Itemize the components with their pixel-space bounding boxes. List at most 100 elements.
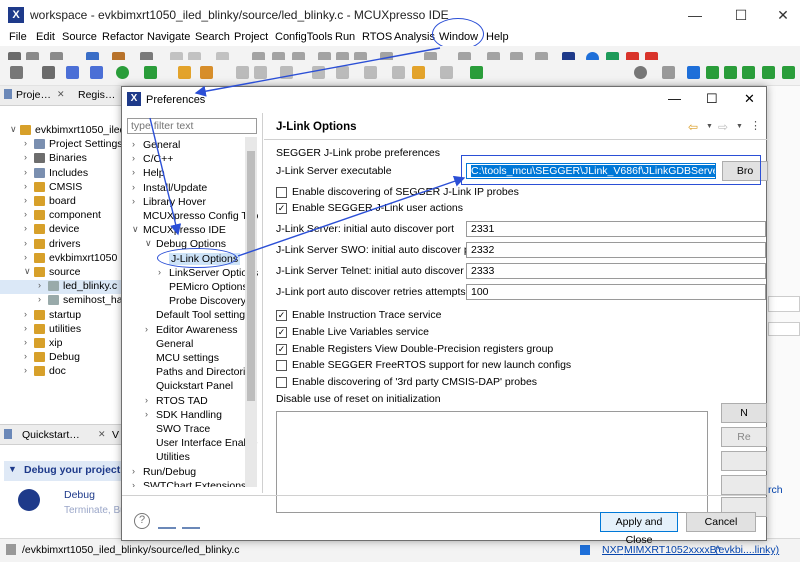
chevron-right-icon[interactable]: › [145,409,148,419]
preference-tree-item[interactable]: User Interface Enablement [156,437,258,451]
chevron-right-icon[interactable]: › [38,294,41,304]
next-annotation-icon[interactable] [280,66,293,79]
debug-dropdown-icon[interactable] [90,66,103,79]
bug-icon[interactable] [66,66,79,79]
new-button[interactable]: N [721,403,767,423]
open-folder-icon[interactable] [178,66,191,79]
preference-tree-item[interactable]: Default Tool settings [156,309,250,323]
chevron-right-icon[interactable]: › [132,466,135,476]
menu-source[interactable]: Source [62,31,97,43]
chevron-right-icon[interactable]: › [24,238,27,248]
preference-tree-item[interactable]: Utilities [156,451,190,465]
preference-tree-item[interactable]: Paths and Directories [156,366,256,380]
forward-edit-icon[interactable] [336,66,349,79]
tab-registers[interactable]: Regis… [78,89,115,101]
reset-list[interactable] [276,411,708,513]
checkbox-box[interactable]: ✓ [276,344,287,355]
preference-tree-item[interactable]: Quickstart Panel [156,380,233,394]
chevron-right-icon[interactable]: › [132,139,135,149]
view-menu-icon[interactable]: ⋮ [750,119,761,132]
menu-help[interactable]: Help [486,31,509,43]
preference-tree-item[interactable]: › Library Hover [132,196,206,210]
chevron-down-icon[interactable]: ∨ [10,124,17,135]
forward-arrow-icon[interactable] [440,66,453,79]
preference-tree-item[interactable]: Probe Discovery [169,295,246,309]
chevron-right-icon[interactable]: › [24,351,27,361]
tab-project-explorer[interactable]: Proje… [16,89,51,101]
chevron-right-icon[interactable]: › [24,167,27,177]
project-tree-item[interactable]: › led_blinky.c [0,280,122,295]
chevron-right-icon[interactable]: › [24,309,27,319]
preference-tree-item[interactable]: › General [132,139,180,153]
develop-perspective-icon[interactable] [687,66,700,79]
menu-file[interactable]: File [9,31,27,43]
chevron-down-icon[interactable]: ▼ [736,123,743,130]
pins-perspective-icon[interactable] [706,66,719,79]
retries-input[interactable]: 100 [466,284,766,300]
menu-refactor[interactable]: Refactor [102,31,144,43]
chevron-right-icon[interactable]: › [145,395,148,405]
preference-tree-item[interactable]: MCU settings [156,352,219,366]
preference-tree-item[interactable]: › SDK Handling [145,409,222,423]
clocks-perspective-icon[interactable] [724,66,737,79]
terminal-icon[interactable] [470,66,483,79]
preference-tree-item[interactable]: › C/C++ [132,153,173,167]
back-icon[interactable]: ⇦ [688,120,698,134]
last-edit-icon[interactable] [312,66,325,79]
prev-annotation-icon[interactable] [254,66,267,79]
device-config-icon[interactable] [782,66,795,79]
close-icon[interactable]: ✕ [744,91,755,107]
chevron-down-icon[interactable]: ∨ [24,266,31,277]
checkbox-box[interactable]: ✓ [276,203,287,214]
debug-link[interactable]: Debug [64,489,95,501]
close-tab-icon[interactable]: ✕ [57,89,65,100]
chevron-down-icon[interactable]: ▼ [706,123,713,130]
menu-navigate[interactable]: Navigate [147,31,190,43]
chevron-right-icon[interactable]: › [145,324,148,334]
forward-icon[interactable]: ⇨ [718,120,728,134]
menu-project[interactable]: Project [234,31,268,43]
back-arrow-icon[interactable] [412,66,425,79]
minimize-icon[interactable]: — [680,4,710,26]
chevron-right-icon[interactable]: › [24,252,27,262]
chevron-right-icon[interactable]: › [132,167,135,177]
status-project-link[interactable]: (evkbi....linky) [715,544,779,556]
close-icon[interactable]: ✕ [768,4,798,26]
annotation-icon[interactable] [236,66,249,79]
maximize-icon[interactable]: ☐ [706,91,718,107]
perspective-icon[interactable] [662,66,675,79]
status-nxp[interactable]: NXP [602,544,624,556]
filter-input[interactable] [127,118,257,134]
browse-button[interactable]: Bro [722,161,768,181]
close-tab-icon[interactable]: ✕ [98,429,106,440]
chevron-right-icon[interactable]: › [24,181,27,191]
chevron-right-icon[interactable]: › [38,280,41,290]
export-icon[interactable] [182,513,200,529]
preference-tree-item[interactable]: J-Link Options [169,252,241,267]
up-button[interactable] [721,475,767,495]
chevron-right-icon[interactable]: › [24,152,27,162]
chevron-right-icon[interactable]: › [132,153,135,163]
menu-rtos[interactable]: RTOS [362,31,392,43]
preference-tree-item[interactable]: MCUXpresso Config Tools [143,210,258,224]
chevron-right-icon[interactable]: › [132,196,135,206]
checkbox-box[interactable]: ✓ [276,327,287,338]
chevron-right-icon[interactable]: › [24,209,27,219]
preference-tree-item[interactable]: › Run/Debug [132,466,196,480]
preference-tree-item[interactable]: › SWTChart Extensions [132,480,246,487]
menu-edit[interactable]: Edit [36,31,55,43]
chevron-right-icon[interactable]: › [24,365,27,375]
maximize-icon[interactable]: ☐ [726,4,756,26]
chevron-right-icon[interactable]: › [24,323,27,333]
tab-variables[interactable]: V [112,429,119,441]
swo-port-input[interactable]: 2332 [466,242,766,258]
tab-quickstart[interactable]: Quickstart… [22,429,80,441]
checkbox-box[interactable] [276,187,287,198]
minimize-icon[interactable]: — [668,91,681,106]
right-search-link[interactable]: rch [768,484,783,496]
run-icon[interactable] [116,66,129,79]
preference-tree-item[interactable]: ∨ MCUXpresso IDE [132,224,226,238]
chevron-right-icon[interactable]: › [24,138,27,148]
menu-window[interactable]: Window [439,31,478,43]
preference-tree-item[interactable]: General [156,338,193,352]
